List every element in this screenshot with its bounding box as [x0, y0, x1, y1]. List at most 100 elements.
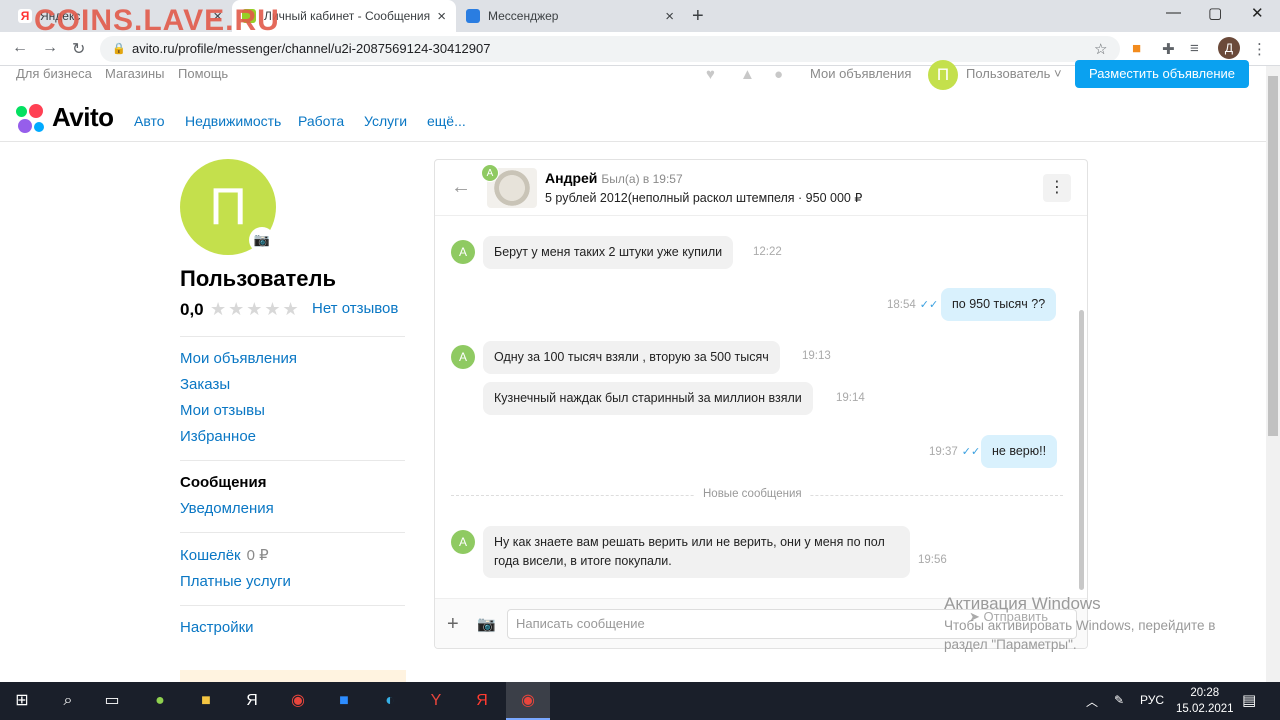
- back-arrow-icon[interactable]: ←: [451, 176, 471, 199]
- input-language[interactable]: РУС: [1140, 693, 1164, 707]
- chat-bubble-icon[interactable]: ●: [774, 66, 783, 83]
- task-view-icon[interactable]: ▭: [100, 690, 124, 712]
- sidebar-item-messages[interactable]: Сообщения: [180, 474, 266, 491]
- yandex-icon: Я: [18, 9, 32, 23]
- read-check-icon: ✓✓: [919, 299, 939, 311]
- system-clock[interactable]: 20:28 15.02.2021: [1176, 685, 1234, 717]
- minimize-button[interactable]: —: [1166, 4, 1181, 21]
- profile-avatar[interactable]: Д: [1218, 37, 1240, 59]
- avito-logo-text[interactable]: Avito: [52, 102, 114, 133]
- message-time-out: 19:37 ✓✓: [929, 445, 980, 458]
- peer-avatar: А: [451, 345, 475, 369]
- chrome-active-icon[interactable]: ◉: [516, 690, 540, 712]
- no-reviews-link[interactable]: Нет отзывов: [312, 300, 398, 317]
- peer-name[interactable]: Андрей: [545, 170, 597, 186]
- back-arrow-icon[interactable]: ←: [12, 39, 28, 57]
- link-business[interactable]: Для бизнеса: [16, 66, 92, 81]
- chevron-down-icon: ˅: [1050, 66, 1062, 81]
- clock-date: 15.02.2021: [1176, 703, 1234, 715]
- notifications-icon[interactable]: ▤: [1242, 691, 1256, 709]
- page-scrollbar-thumb[interactable]: [1268, 76, 1278, 436]
- yandex-app-icon[interactable]: Я: [470, 690, 494, 712]
- category-jobs[interactable]: Работа: [298, 113, 344, 129]
- category-more[interactable]: ещё...: [427, 113, 466, 129]
- peer-name-line: Андрей Был(а) в 19:57: [545, 170, 683, 186]
- windows-start-icon[interactable]: ⊞: [10, 690, 34, 712]
- category-realty[interactable]: Недвижимость: [185, 113, 281, 129]
- camera-icon[interactable]: 📷: [249, 227, 275, 253]
- browser-tab-bar: Я Яндекс × Личный кабинет - Сообщения - …: [0, 0, 1280, 37]
- attach-plus-icon[interactable]: +: [447, 613, 459, 636]
- reload-icon[interactable]: ↻: [72, 39, 85, 59]
- sidebar-item-my-reviews[interactable]: Мои отзывы: [180, 402, 265, 419]
- user-menu[interactable]: Пользователь ˅: [966, 66, 1062, 81]
- message-time: 19:14: [836, 392, 865, 404]
- pen-icon[interactable]: ✎: [1114, 693, 1124, 707]
- search-icon[interactable]: ⌕: [56, 690, 80, 712]
- sidebar-item-my-ads[interactable]: Мои объявления: [180, 350, 297, 367]
- sidebar-item-settings[interactable]: Настройки: [180, 619, 254, 636]
- tray-chevron-icon[interactable]: ︿: [1086, 693, 1098, 710]
- tab-messenger[interactable]: Мессенджер ×: [456, 0, 684, 32]
- link-my-ads[interactable]: Мои объявления: [810, 66, 911, 81]
- extensions-puzzle-icon[interactable]: ✚: [1162, 40, 1175, 58]
- sidebar-divider: [180, 532, 405, 533]
- reading-list-icon[interactable]: ≡: [1190, 40, 1199, 57]
- message-time: 19:13: [802, 350, 831, 362]
- bookmark-star-icon[interactable]: ☆: [1094, 40, 1107, 58]
- peer-avatar: А: [451, 530, 475, 554]
- peer-avatar: А: [451, 240, 475, 264]
- app-green-icon[interactable]: ●: [148, 690, 172, 712]
- avito-logo-icon[interactable]: [16, 104, 46, 134]
- camera-icon[interactable]: 📷: [477, 615, 496, 633]
- sidebar-item-wallet[interactable]: Кошелёк 0 ₽: [180, 546, 269, 564]
- post-ad-button[interactable]: Разместить объявление: [1075, 60, 1249, 88]
- sidebar-divider: [180, 336, 405, 337]
- more-options-icon[interactable]: ⋮: [1043, 174, 1071, 202]
- tab-title: Мессенджер: [488, 9, 559, 23]
- close-icon[interactable]: ×: [437, 8, 446, 25]
- file-explorer-icon[interactable]: ■: [194, 690, 218, 712]
- url-text: avito.ru/profile/messenger/channel/u2i-2…: [132, 41, 491, 56]
- peer-status: Был(а) в 19:57: [601, 172, 683, 186]
- extension-shop-icon[interactable]: ■: [1132, 40, 1141, 57]
- new-tab-button[interactable]: +: [692, 5, 704, 28]
- yandex-browser-icon[interactable]: Я: [240, 690, 264, 712]
- chat-scrollbar[interactable]: [1079, 310, 1084, 590]
- message-bubble-in: Ну как знаете вам решать верить или не в…: [483, 526, 910, 578]
- edge-icon[interactable]: ◐: [378, 690, 402, 712]
- item-title[interactable]: 5 рублей 2012(неполный раскол штемпеля ·…: [545, 190, 862, 205]
- forward-arrow-icon[interactable]: →: [42, 39, 58, 57]
- peer-avatar-small: А: [481, 164, 499, 182]
- sidebar-item-favorites[interactable]: Избранное: [180, 428, 256, 445]
- sidebar-divider: [180, 460, 405, 461]
- profile-name: Пользователь: [180, 266, 337, 291]
- sidebar-item-orders[interactable]: Заказы: [180, 376, 230, 393]
- clock-time: 20:28: [1190, 687, 1220, 699]
- zoom-icon[interactable]: ■: [332, 690, 356, 712]
- rating-value: 0,0: [180, 300, 204, 319]
- bell-icon[interactable]: ▲: [740, 66, 755, 83]
- windows-activation-title: Активация Windows: [944, 594, 1101, 613]
- url-field[interactable]: 🔒 avito.ru/profile/messenger/channel/u2i…: [100, 36, 1120, 62]
- windows-activation-text: Чтобы активировать Windows, перейдите в …: [944, 618, 1216, 652]
- category-services[interactable]: Услуги: [364, 113, 407, 129]
- link-shops[interactable]: Магазины: [105, 66, 165, 81]
- heart-icon[interactable]: ♥: [706, 66, 715, 83]
- sidebar-item-notifications[interactable]: Уведомления: [180, 500, 274, 517]
- sidebar-item-paid-services[interactable]: Платные услуги: [180, 573, 291, 590]
- maximize-button[interactable]: ▢: [1208, 4, 1222, 22]
- main-navigation: Avito Авто Недвижимость Работа Услуги ещ…: [0, 96, 1266, 142]
- window-close-button[interactable]: ✕: [1251, 4, 1264, 22]
- browser-menu-icon[interactable]: ⋮: [1252, 40, 1267, 58]
- message-bubble-in: Кузнечный наждак был старинный за миллио…: [483, 382, 813, 415]
- message-time: 12:22: [753, 246, 782, 258]
- user-avatar-small[interactable]: П: [928, 60, 958, 90]
- message-time: 19:37: [929, 446, 958, 458]
- link-help[interactable]: Помощь: [178, 66, 228, 81]
- category-auto[interactable]: Авто: [134, 113, 165, 129]
- close-icon[interactable]: ×: [665, 8, 674, 25]
- wallet-balance: 0 ₽: [246, 547, 269, 564]
- yandex-y-icon[interactable]: Y: [424, 690, 448, 712]
- chrome-icon[interactable]: ◉: [286, 690, 310, 712]
